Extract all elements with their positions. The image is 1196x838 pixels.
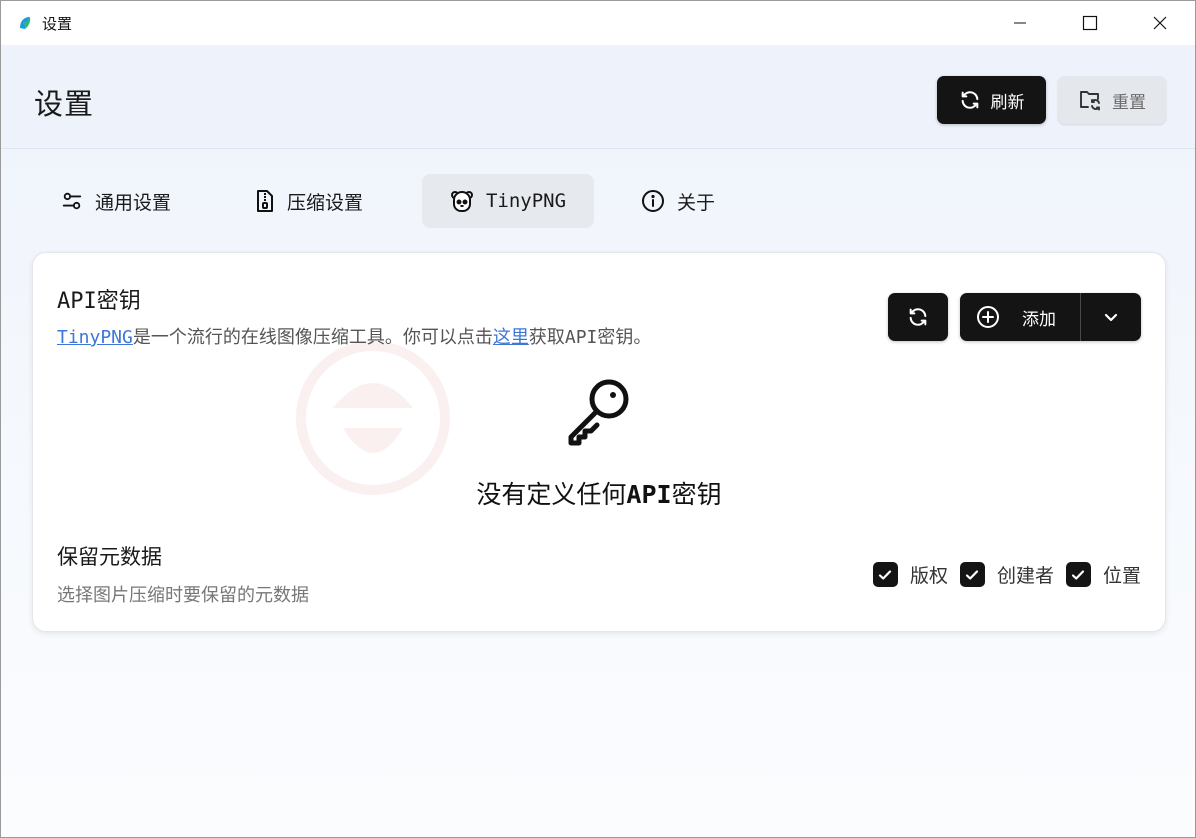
tinypng-link[interactable]: TinyPNG — [57, 327, 133, 348]
add-key-split-button: 添加 — [960, 293, 1141, 341]
metadata-option-copyright[interactable]: 版权 — [872, 561, 948, 588]
tab-about-label: 关于 — [677, 191, 716, 214]
page-title: 设置 — [34, 87, 95, 121]
checkbox-copyright[interactable] — [872, 562, 898, 587]
tab-general[interactable]: 通用设置 — [61, 174, 211, 228]
refresh-keys-button[interactable] — [888, 293, 948, 341]
tab-compress[interactable]: 压缩设置 — [255, 174, 395, 228]
reset-label: 重置 — [1112, 92, 1146, 113]
api-desc-end-suffix: 密钥。 — [597, 327, 652, 348]
checkbox-creator-label: 创建者 — [996, 565, 1054, 587]
check-icon — [966, 569, 979, 580]
check-icon — [1072, 569, 1085, 580]
api-key-description: TinyPNG是一个流行的在线图像压缩工具。你可以点击这里获取API密钥。 — [57, 323, 651, 349]
metadata-description: 选择图片压缩时要保留的元数据 — [57, 585, 309, 606]
metadata-title: 保留元数据 — [57, 545, 162, 569]
tab-compress-label: 压缩设置 — [287, 191, 364, 214]
checkbox-location[interactable] — [1065, 562, 1091, 587]
page-header: 设置 刷新 重置 — [1, 45, 1195, 149]
maximize-button[interactable] — [1055, 1, 1125, 45]
add-key-button[interactable]: 添加 — [960, 293, 1080, 341]
panda-icon — [450, 191, 473, 212]
checkbox-creator[interactable] — [959, 562, 985, 587]
empty-keys-suffix: 密钥 — [671, 480, 722, 509]
tab-tinypng[interactable]: TinyPNG — [422, 174, 594, 228]
checkbox-copyright-label: 版权 — [909, 565, 948, 587]
api-key-title-prefix: API — [57, 289, 97, 314]
refresh-button[interactable]: 刷新 — [937, 76, 1046, 124]
metadata-option-location[interactable]: 位置 — [1065, 561, 1141, 588]
file-zip-icon — [257, 190, 273, 212]
maximize-icon — [1082, 15, 1098, 31]
checkbox-location-label: 位置 — [1102, 565, 1141, 587]
sliders-icon — [62, 192, 82, 210]
reset-button[interactable]: 重置 — [1058, 76, 1166, 124]
api-key-title-suffix: 密钥 — [96, 289, 141, 314]
close-icon — [1153, 16, 1167, 30]
metadata-option-creator[interactable]: 创建者 — [959, 561, 1054, 588]
empty-keys-api: API — [626, 480, 672, 509]
api-desc-end-prefix: 获取 — [528, 327, 565, 348]
api-key-title: API密钥 — [57, 283, 141, 315]
check-icon — [879, 569, 892, 580]
window-title: 设置 — [42, 14, 73, 33]
api-desc-middle: 是一个流行的在线图像压缩工具。你可以点击 — [132, 327, 493, 348]
chevron-down-icon — [1104, 313, 1118, 322]
add-key-dropdown-button[interactable] — [1081, 293, 1141, 341]
add-key-label: 添加 — [1022, 309, 1056, 330]
metadata-options: 版权 创建者 位置 — [861, 561, 1141, 588]
title-bar: 设置 — [1, 1, 1195, 45]
empty-keys-prefix: 没有定义任何 — [476, 480, 627, 509]
watermark-logo-icon — [296, 341, 450, 495]
get-key-link[interactable]: 这里 — [493, 327, 529, 348]
minimize-icon — [1014, 22, 1026, 24]
tinypng-settings-card: API密钥 TinyPNG是一个流行的在线图像压缩工具。你可以点击这里获取API… — [32, 252, 1166, 632]
app-logo-icon — [17, 15, 33, 31]
info-icon — [642, 190, 664, 212]
tab-tinypng-label: TinyPNG — [485, 190, 567, 212]
settings-window: 设置 设置 刷新 重置 通用设置 压缩设置 TinyPNG 关于 API密钥 T… — [0, 0, 1196, 838]
api-desc-end-api: API — [564, 327, 598, 348]
plus-circle-icon — [977, 306, 999, 328]
window-controls — [985, 1, 1195, 45]
refresh-icon — [909, 308, 927, 326]
minimize-button[interactable] — [985, 1, 1055, 45]
key-icon — [568, 379, 629, 446]
refresh-icon — [961, 91, 978, 109]
close-button[interactable] — [1125, 1, 1195, 45]
tab-about[interactable]: 关于 — [641, 174, 741, 228]
empty-keys-message: 没有定义任何API密钥 — [33, 475, 1165, 511]
folder-reset-icon — [1080, 91, 1100, 111]
tab-general-label: 通用设置 — [95, 191, 172, 214]
refresh-label: 刷新 — [990, 92, 1025, 113]
